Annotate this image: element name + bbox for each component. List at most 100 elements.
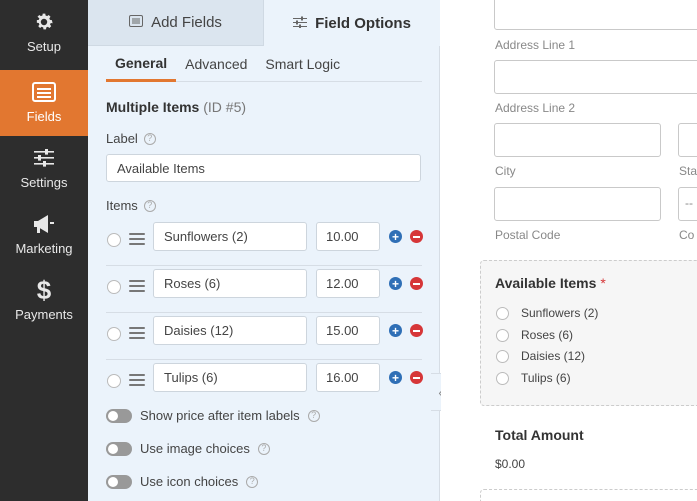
label-input[interactable] — [106, 154, 421, 182]
nav-setup-label: Setup — [27, 39, 61, 54]
default-radio[interactable] — [107, 374, 121, 388]
tab-add-fields[interactable]: Add Fields — [88, 0, 264, 46]
field-type-name: Multiple Items — [106, 99, 200, 115]
list-icon — [32, 80, 56, 104]
city-input[interactable] — [494, 123, 661, 157]
show-price-toggle[interactable] — [106, 408, 132, 423]
address-line2-input[interactable] — [494, 60, 697, 94]
address-line1-sublabel: Address Line 1 — [495, 38, 576, 52]
item-row: + — [106, 219, 423, 266]
preview-choice-label: Tulips (6) — [521, 371, 571, 385]
remove-item-icon[interactable] — [410, 277, 423, 290]
sliders-icon — [33, 146, 55, 170]
country-select[interactable]: -- — [678, 187, 697, 221]
gear-icon — [33, 10, 55, 34]
drag-handle-icon[interactable] — [129, 280, 145, 294]
nav-settings[interactable]: Settings — [0, 136, 88, 202]
drag-handle-icon[interactable] — [129, 233, 145, 247]
tab-add-fields-label: Add Fields — [151, 14, 222, 31]
item-row: + — [106, 360, 423, 407]
tab-field-options[interactable]: Field Options — [264, 0, 440, 46]
available-items-title: Available Items * — [495, 275, 606, 291]
subtab-smart-logic[interactable]: Smart Logic — [256, 46, 349, 82]
city-sublabel: City — [495, 164, 516, 178]
item-price-input[interactable] — [316, 269, 380, 298]
item-name-input[interactable] — [153, 316, 307, 345]
preview-choice: Daisies (12) — [496, 349, 585, 363]
nav-fields-label: Fields — [26, 109, 62, 124]
preview-choice-label: Sunflowers (2) — [521, 306, 599, 320]
add-item-icon[interactable]: + — [389, 371, 402, 384]
address-line1-input[interactable] — [494, 0, 697, 30]
nav-setup[interactable]: Setup — [0, 0, 88, 66]
drag-handle-icon[interactable] — [129, 374, 145, 388]
show-price-label: Show price after item labels — [140, 408, 300, 423]
item-name-input[interactable] — [153, 363, 307, 392]
megaphone-icon — [32, 212, 56, 236]
image-choices-label: Use image choices — [140, 441, 250, 456]
show-price-toggle-row: Show price after item labels ? — [106, 408, 320, 423]
preview-radio[interactable] — [496, 306, 509, 320]
item-row: + — [106, 313, 423, 360]
add-item-icon[interactable]: + — [389, 324, 402, 337]
default-radio[interactable] — [107, 233, 121, 247]
nav-payments[interactable]: $ Payments — [0, 268, 88, 334]
help-icon[interactable]: ? — [143, 199, 156, 212]
panel-tabs: Add Fields Field Options — [88, 0, 440, 46]
default-radio[interactable] — [107, 280, 121, 294]
subtab-advanced[interactable]: Advanced — [176, 46, 256, 82]
item-name-input[interactable] — [153, 222, 307, 251]
drag-handle-icon[interactable] — [129, 327, 145, 341]
icon-choices-toggle-row: Use icon choices ? — [106, 474, 259, 489]
subtab-general[interactable]: General — [106, 46, 177, 82]
default-radio[interactable] — [107, 327, 121, 341]
add-item-icon[interactable]: + — [389, 277, 402, 290]
nav-settings-label: Settings — [20, 175, 68, 190]
list-icon — [129, 14, 144, 31]
field-id: (ID #5) — [203, 99, 247, 115]
help-icon[interactable]: ? — [246, 475, 259, 488]
postal-code-input[interactable] — [494, 187, 661, 221]
total-amount-title: Total Amount — [495, 427, 584, 443]
preview-choice-label: Roses (6) — [521, 328, 574, 342]
items-heading-text: Items — [106, 198, 138, 213]
required-mark: * — [600, 275, 606, 291]
field-option-subtabs: General Advanced Smart Logic — [106, 46, 422, 82]
image-choices-toggle-row: Use image choices ? — [106, 441, 270, 456]
dollar-icon: $ — [36, 275, 52, 305]
preview-choice: Sunflowers (2) — [496, 306, 598, 320]
next-field-preview[interactable] — [480, 489, 697, 501]
preview-choice-label: Daisies (12) — [521, 349, 586, 363]
field-heading: Multiple Items (ID #5) — [106, 99, 246, 115]
label-heading-text: Label — [106, 131, 138, 146]
item-price-input[interactable] — [316, 363, 380, 392]
remove-item-icon[interactable] — [410, 324, 423, 337]
preview-choice: Roses (6) — [496, 328, 573, 342]
field-options-panel: Add Fields Field Options General Advance… — [88, 0, 440, 501]
builder-sidebar: Setup Fields Settings Marketing $ Paymen… — [0, 0, 88, 501]
help-icon[interactable]: ? — [143, 132, 156, 145]
postal-code-sublabel: Postal Code — [495, 228, 561, 242]
help-icon[interactable]: ? — [307, 409, 320, 422]
remove-item-icon[interactable] — [410, 230, 423, 243]
icon-choices-label: Use icon choices — [140, 474, 239, 489]
help-icon[interactable]: ? — [257, 442, 270, 455]
state-input[interactable] — [678, 123, 697, 157]
remove-item-icon[interactable] — [410, 371, 423, 384]
address-line2-sublabel: Address Line 2 — [495, 101, 576, 115]
icon-choices-toggle[interactable] — [106, 474, 132, 489]
item-name-input[interactable] — [153, 269, 307, 298]
preview-radio[interactable] — [496, 349, 509, 363]
item-price-input[interactable] — [316, 222, 380, 251]
add-item-icon[interactable]: + — [389, 230, 402, 243]
items-heading: Items ? — [106, 198, 156, 213]
country-sublabel: Co — [679, 228, 695, 242]
item-price-input[interactable] — [316, 316, 380, 345]
image-choices-toggle[interactable] — [106, 441, 132, 456]
nav-marketing-label: Marketing — [15, 241, 73, 256]
preview-radio[interactable] — [496, 371, 509, 385]
nav-fields[interactable]: Fields — [0, 70, 88, 136]
preview-radio[interactable] — [496, 328, 509, 342]
total-amount-value: $0.00 — [495, 457, 526, 471]
nav-marketing[interactable]: Marketing — [0, 202, 88, 268]
